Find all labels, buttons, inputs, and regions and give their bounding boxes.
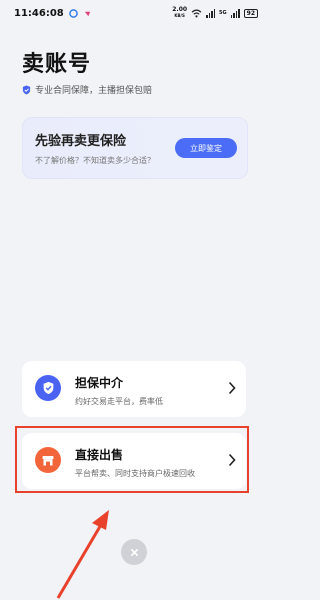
close-icon <box>130 548 138 556</box>
page-subtitle: 专业合同保障，主播担保包赔 <box>35 86 153 96</box>
promo-title: 先验再卖更保险 <box>35 134 127 149</box>
appraisal-promo-card[interactable]: 先验再卖更保险 不了解价格？不知道卖多少合适？ 立即鉴定 <box>22 117 248 179</box>
status-left: 11:46:08 <box>14 8 92 19</box>
option-escrow-intermediary[interactable]: 担保中介 约好交易走平台，费率低 <box>22 361 246 417</box>
highlight-box-annotation <box>15 426 249 493</box>
page-title: 卖账号 <box>22 52 92 77</box>
option-subtitle: 约好交易走平台，费率低 <box>75 397 163 406</box>
chevron-right-icon <box>228 381 236 395</box>
network-speed: 2.00 KB/S <box>172 6 188 19</box>
page-subtitle-row: 专业合同保障，主播担保包赔 <box>22 83 152 96</box>
wifi-icon <box>191 9 202 17</box>
appraise-now-button[interactable]: 立即鉴定 <box>175 138 237 158</box>
signal-label: 5G <box>219 10 227 16</box>
signal-icon <box>206 8 216 18</box>
shield-check-icon <box>35 375 61 401</box>
signal-icon-2 <box>230 8 240 18</box>
status-time: 11:46:08 <box>14 7 64 19</box>
status-right: 2.00 KB/S 5G 92 <box>172 7 258 19</box>
app-notification-icon <box>68 8 78 18</box>
shield-icon <box>22 85 31 94</box>
battery-indicator: 92 <box>243 8 258 18</box>
close-button[interactable] <box>121 539 147 565</box>
promo-subtitle: 不了解价格？不知道卖多少合适？ <box>35 156 155 165</box>
app-notification-icon-2 <box>84 11 90 16</box>
status-bar: 11:46:08 2.00 KB/S 5G 92 <box>0 0 268 26</box>
option-title: 担保中介 <box>75 376 124 390</box>
